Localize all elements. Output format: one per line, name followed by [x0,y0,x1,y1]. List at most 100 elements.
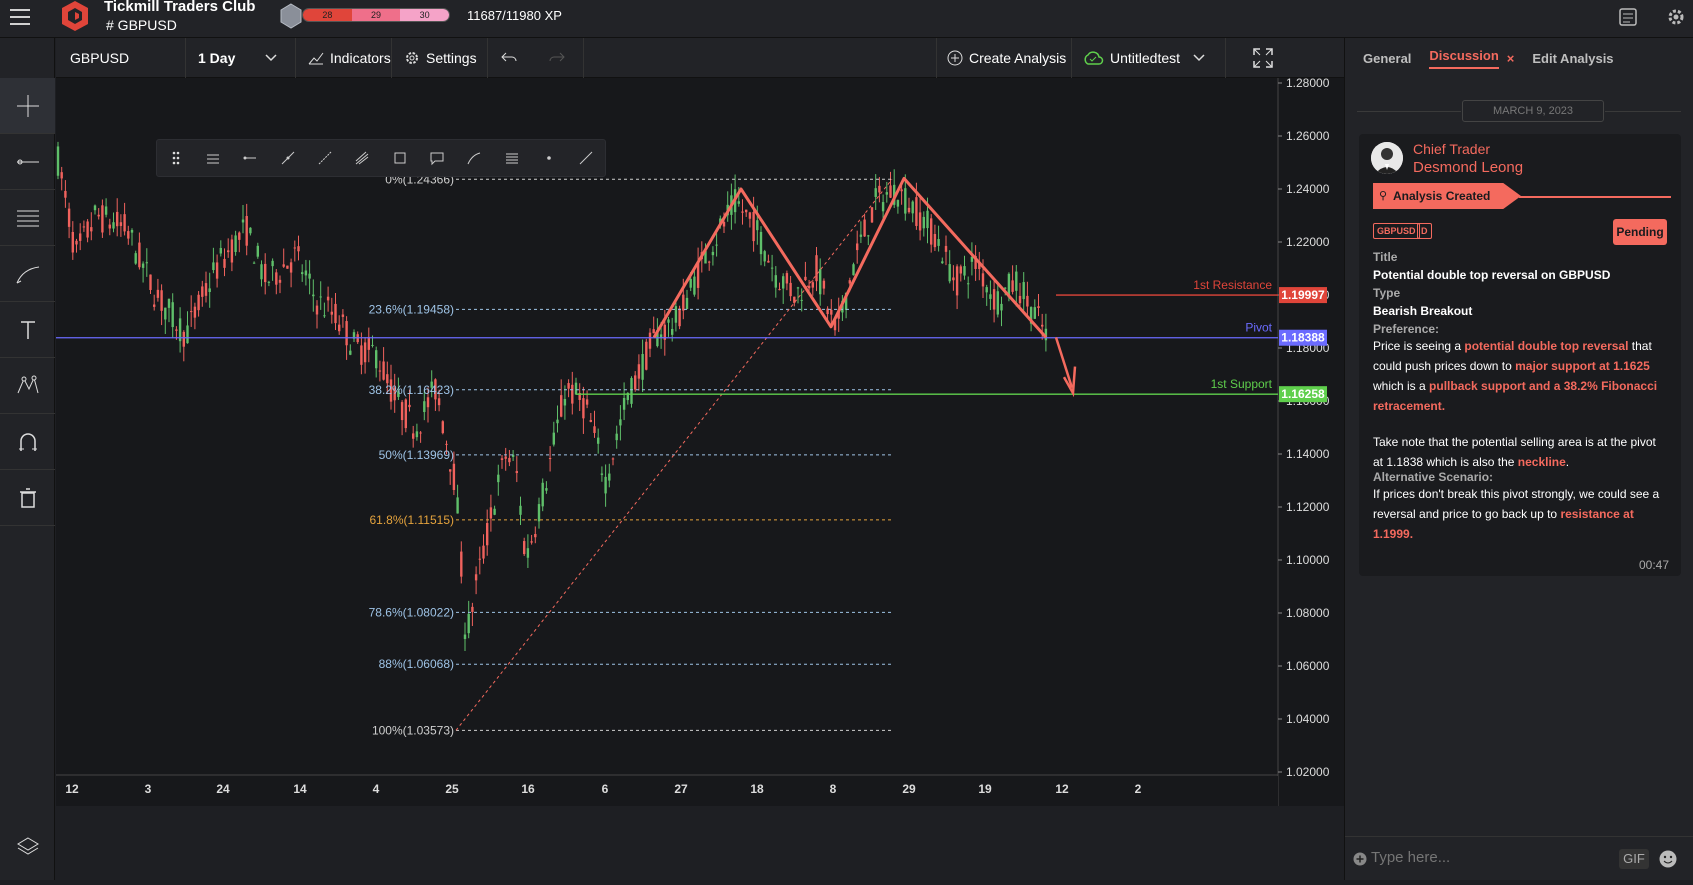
tool-fibonacci[interactable] [493,139,530,177]
candle-body [782,276,785,289]
tool-rectangle[interactable] [381,139,418,177]
chart-area[interactable]: 1.280001.260001.240001.220001.200001.180… [56,76,1344,880]
candle-body [689,278,692,288]
redo-button[interactable] [536,38,584,78]
price-tick-label: 1.28000 [1286,78,1330,90]
fullscreen-button[interactable] [1226,38,1306,78]
candle-body [622,397,626,410]
candle-body [652,329,655,334]
symbol-selector[interactable]: GBPUSD [56,38,186,78]
candle-body [408,404,411,408]
candle-body [933,234,937,248]
candle-body [819,269,822,295]
candle-body [863,219,866,237]
candle-body [896,200,900,207]
candle-body [885,192,888,195]
text-run: Price is seeing a [1373,339,1465,353]
candle-body [667,319,670,323]
candle-body [981,273,985,287]
candle-body [326,296,330,301]
text-tool[interactable] [0,302,55,358]
candle-body [264,263,267,283]
pattern-tool[interactable] [0,358,55,414]
create-analysis-button[interactable]: Create Analysis [936,38,1072,78]
delete-tool[interactable] [0,470,55,526]
tool-extended-line[interactable] [306,139,343,177]
candle-body [445,443,448,445]
tool-pitchfork[interactable] [344,139,381,177]
title-value: Potential double top reversal on GBPUSD [1373,268,1611,282]
candle-body [56,146,60,176]
tool-ray[interactable] [568,139,605,177]
tool-horizontal-ray[interactable] [232,139,269,177]
candle-body [815,255,818,282]
type-value: Bearish Breakout [1373,304,1473,318]
candle-body [774,275,777,288]
close-tab-icon[interactable]: × [1507,51,1515,66]
candle-body [830,309,833,315]
layers-tool[interactable] [0,818,55,874]
chart-toolbar: GBPUSD 1 Day Indicators Settings Create … [56,38,1344,78]
candle-body [182,331,185,347]
gif-button[interactable]: GIF [1619,849,1649,869]
candle-body [637,364,641,379]
message-input[interactable] [1371,849,1611,866]
candle-body [230,239,234,263]
tool-callout[interactable] [418,139,455,177]
candle-body [489,507,493,519]
tab-general[interactable]: General [1363,51,1411,66]
candle-body [456,497,459,514]
candle-body [67,208,71,227]
candle-body [360,345,363,365]
brush-tool[interactable] [0,246,55,302]
author-name[interactable]: Desmond Leong [1413,159,1523,176]
candle-body [153,304,156,307]
price-axis [1278,78,1344,880]
price-chart[interactable]: 1.280001.260001.240001.220001.200001.180… [56,76,1344,880]
callout-icon [430,152,444,166]
time-tick-label: 16 [521,782,535,796]
analysis-selector[interactable]: Untitledtest [1072,38,1226,78]
candle-body [156,289,160,298]
tool-trend-line[interactable] [269,139,306,177]
candle-body [86,221,89,238]
candle-body [367,336,370,350]
tab-edit-analysis[interactable]: Edit Analysis [1532,51,1613,66]
tool-parallel-lines[interactable] [194,139,231,177]
magnet-tool[interactable] [0,414,55,470]
candle-body [1041,324,1044,327]
alternative-text: If prices don't break this pivot strongl… [1373,484,1669,544]
candle-body [423,401,426,413]
candle-body [312,294,315,297]
candle-body [227,250,230,253]
line-tool[interactable] [0,134,55,190]
interval-label: 1 Day [198,50,236,66]
candle-body [252,262,256,264]
candle-body [552,432,555,445]
emoji-icon[interactable] [1659,850,1677,868]
checklist-icon[interactable] [1618,7,1638,27]
candle-body [319,296,322,298]
gear-icon[interactable] [1666,7,1686,27]
candle-body [93,205,97,211]
settings-button[interactable]: Settings [392,38,488,78]
candle-body [334,303,337,324]
undo-button[interactable] [488,38,536,78]
candle-body [989,294,992,299]
drag-handle[interactable] [157,139,194,177]
crosshair-tool[interactable] [0,78,55,134]
candle-body [685,297,689,310]
candle-body [127,231,130,239]
menu-icon[interactable] [10,9,30,25]
indicators-button[interactable]: Indicators [296,38,392,78]
candle-body [556,419,559,424]
tab-discussion[interactable]: Discussion [1429,48,1499,69]
interval-selector[interactable]: 1 Day [186,38,296,78]
avatar[interactable] [1371,142,1403,174]
candle-body [674,306,678,323]
fib-tool[interactable] [0,190,55,246]
candle-body [123,214,126,232]
add-attachment-icon[interactable] [1353,852,1367,866]
tool-dot[interactable] [530,139,567,177]
tool-brush[interactable] [456,139,493,177]
